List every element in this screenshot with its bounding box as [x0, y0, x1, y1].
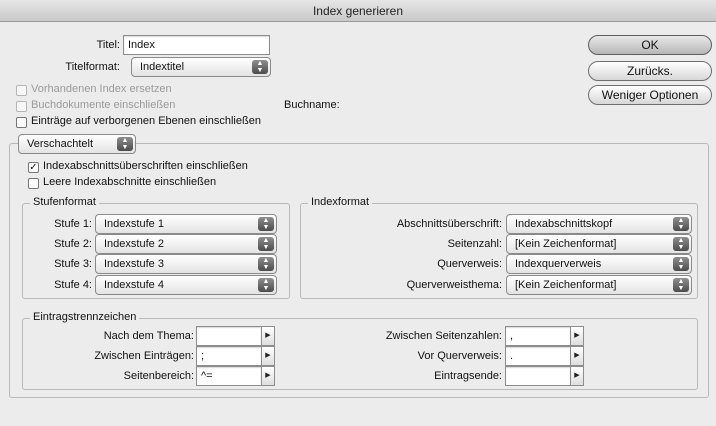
level-value: Indexstufe 4 — [104, 279, 164, 291]
abschnittsueberschrift-select[interactable]: Indexabschnittskopf ▲ ▼ — [506, 214, 692, 234]
popup-arrows-icon: ▲ ▼ — [117, 137, 133, 151]
window-title: Index generieren — [312, 4, 404, 18]
titel-input[interactable]: Index — [123, 35, 270, 55]
popup-arrows-icon: ▲ ▼ — [252, 60, 268, 74]
indexformat-label: Querverweis: — [437, 258, 502, 270]
popup-arrows-icon: ▲ ▼ — [673, 217, 689, 231]
querverweisthema-select[interactable]: [Kein Zeichenformat] ▲ ▼ — [506, 275, 692, 295]
indexformat-value: [Kein Zeichenformat] — [515, 238, 617, 250]
field-menu-arrow-icon[interactable]: ▶ — [570, 326, 584, 346]
sections-label: Indexabschnittsüberschriften einschließe… — [43, 160, 248, 172]
separator-label: Vor Querverweis: — [417, 350, 502, 362]
titelformat-select[interactable]: Indextitel ▲ ▼ — [131, 57, 271, 77]
field-menu-arrow-icon[interactable]: ▶ — [261, 366, 275, 386]
stufenformat-legend: Stufenformat — [30, 196, 99, 208]
titelformat-value: Indextitel — [140, 61, 185, 73]
field-menu-arrow-icon[interactable]: ▶ — [570, 366, 584, 386]
zwischen-eintraegen-field[interactable]: ; ▶ — [196, 346, 276, 366]
nach-dem-thema-field[interactable]: ▶ — [196, 326, 276, 346]
level-1-select[interactable]: Indexstufe 1 ▲ ▼ — [95, 214, 277, 234]
buchdokumente-checkbox[interactable] — [16, 101, 27, 112]
sections-checkbox[interactable]: ✓ — [28, 162, 39, 173]
level-value: Indexstufe 2 — [104, 238, 164, 250]
indexformat-label: Abschnittsüberschrift: — [396, 218, 502, 230]
eintraege-checkbox[interactable] — [16, 117, 27, 128]
seitenbereich-field[interactable]: ^= ▶ — [196, 366, 276, 386]
nach-dem-thema-input[interactable] — [196, 326, 262, 346]
level-label: Stufe 4: — [54, 279, 92, 291]
zwischen-seitenzahlen-field[interactable]: , ▶ — [505, 326, 585, 346]
empty-sections-label: Leere Indexabschnitte einschließen — [43, 176, 217, 188]
vor-querverweis-field[interactable]: . ▶ — [505, 346, 585, 366]
level-label: Stufe 2: — [54, 238, 92, 250]
checkmark-icon: ✓ — [29, 162, 38, 173]
separator-label: Zwischen Einträgen: — [94, 350, 194, 362]
indexformat-value: [Kein Zeichenformat] — [515, 279, 617, 291]
indexformat-label: Seitenzahl: — [447, 238, 502, 250]
seitenzahl-select[interactable]: [Kein Zeichenformat] ▲ ▼ — [506, 234, 692, 254]
separator-label: Nach dem Thema: — [103, 330, 194, 342]
window-titlebar: Index generieren — [0, 0, 716, 22]
level-3-select[interactable]: Indexstufe 3 ▲ ▼ — [95, 254, 277, 274]
eintragstrennzeichen-legend: Eintragstrennzeichen — [30, 311, 140, 323]
field-menu-arrow-icon[interactable]: ▶ — [570, 346, 584, 366]
popup-arrows-icon: ▲ ▼ — [673, 237, 689, 251]
back-button[interactable]: Zurücks. — [588, 61, 712, 81]
level-value: Indexstufe 3 — [104, 258, 164, 270]
buchname-label: Buchname: — [284, 99, 340, 111]
separator-label: Seitenbereich: — [123, 370, 194, 382]
indexformat-legend: Indexformat — [308, 196, 373, 208]
zwischen-seitenzahlen-input[interactable]: , — [505, 326, 571, 346]
popup-arrows-icon: ▲ ▼ — [258, 237, 274, 251]
empty-sections-checkbox[interactable] — [28, 178, 39, 189]
fewer-options-button[interactable]: Weniger Optionen — [588, 85, 712, 105]
indexformat-value: Indexquerverweis — [515, 258, 602, 270]
field-menu-arrow-icon[interactable]: ▶ — [261, 346, 275, 366]
titelformat-label: Titelformat: — [65, 61, 120, 73]
indexformat-label: Querverweisthema: — [406, 279, 502, 291]
popup-arrows-icon: ▲ ▼ — [673, 257, 689, 271]
buchdokumente-label: Buchdokumente einschließen — [31, 99, 176, 111]
vor-querverweis-input[interactable]: . — [505, 346, 571, 366]
vorhandenen-label: Vorhandenen Index ersetzen — [31, 83, 172, 95]
level-value: Indexstufe 1 — [104, 218, 164, 230]
indexformat-value: Indexabschnittskopf — [515, 218, 613, 230]
level-label: Stufe 1: — [54, 218, 92, 230]
zwischen-eintraegen-input[interactable]: ; — [196, 346, 262, 366]
popup-arrows-icon: ▲ ▼ — [258, 257, 274, 271]
popup-arrows-icon: ▲ ▼ — [673, 278, 689, 292]
popup-arrows-icon: ▲ ▼ — [258, 278, 274, 292]
seitenbereich-input[interactable]: ^= — [196, 366, 262, 386]
level-label: Stufe 3: — [54, 258, 92, 270]
eintraege-label: Einträge auf verborgenen Ebenen einschli… — [31, 115, 261, 127]
eintragsende-input[interactable] — [505, 366, 571, 386]
titel-label: Titel: — [96, 39, 120, 51]
level-2-select[interactable]: Indexstufe 2 ▲ ▼ — [95, 234, 277, 254]
separator-label: Zwischen Seitenzahlen: — [385, 330, 502, 342]
level-4-select[interactable]: Indexstufe 4 ▲ ▼ — [95, 275, 277, 295]
field-menu-arrow-icon[interactable]: ▶ — [261, 326, 275, 346]
popup-arrows-icon: ▲ ▼ — [258, 217, 274, 231]
structure-select[interactable]: Verschachtelt ▲ ▼ — [18, 134, 136, 154]
structure-value: Verschachtelt — [27, 138, 94, 150]
querverweis-select[interactable]: Indexquerverweis ▲ ▼ — [506, 254, 692, 274]
separator-label: Eintragsende: — [434, 370, 502, 382]
ok-button[interactable]: OK — [588, 35, 712, 55]
eintragsende-field[interactable]: ▶ — [505, 366, 585, 386]
vorhandenen-checkbox[interactable] — [16, 85, 27, 96]
